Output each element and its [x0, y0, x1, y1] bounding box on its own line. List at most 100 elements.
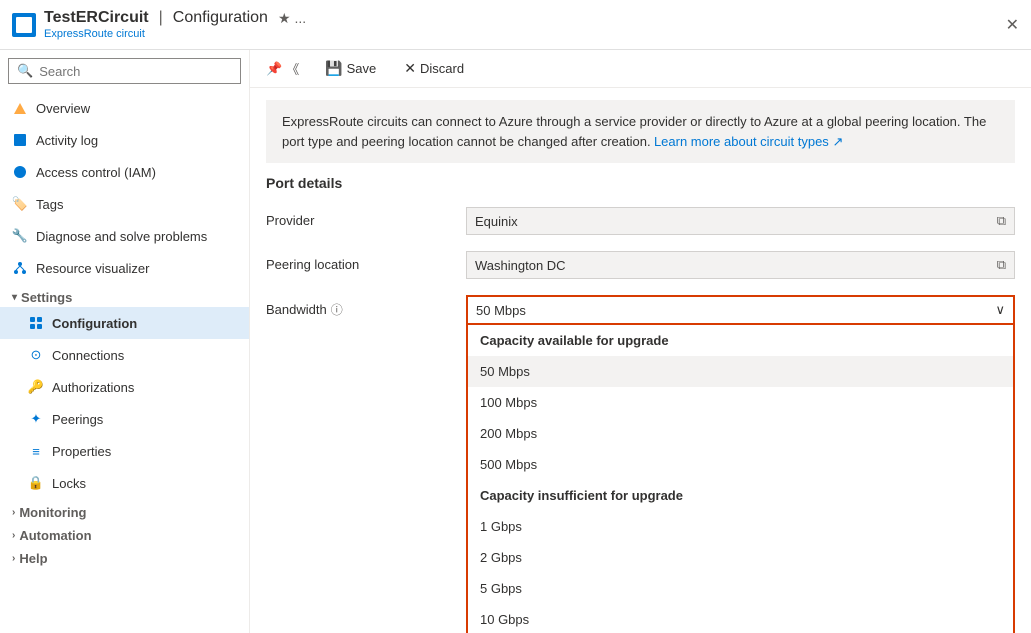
learn-more-label: Learn more about circuit types [654, 134, 829, 149]
bandwidth-option-200mbps[interactable]: 200 Mbps [468, 418, 1013, 449]
discard-button[interactable]: ✕ Discard [398, 56, 470, 81]
sidebar-label-authorizations: Authorizations [52, 380, 134, 395]
title-bar: TestERCircuit | Configuration ★ ... Expr… [0, 0, 1031, 50]
sidebar-item-access-control[interactable]: Access control (IAM) [0, 156, 249, 188]
bandwidth-option-2gbps-text: 2 Gbps [480, 550, 522, 565]
bandwidth-option-10gbps[interactable]: 10 Gbps [468, 604, 1013, 633]
sidebar-item-peerings[interactable]: ✦ Peerings [0, 403, 249, 435]
help-chevron: › [12, 553, 15, 564]
sidebar-item-diagnose[interactable]: 🔧 Diagnose and solve problems [0, 220, 249, 252]
automation-section[interactable]: › Automation [0, 522, 249, 545]
star-button[interactable]: ★ [278, 10, 291, 27]
activity-log-icon [12, 132, 28, 148]
info-text: ExpressRoute circuits can connect to Azu… [282, 114, 986, 149]
automation-section-label: Automation [19, 528, 91, 543]
provider-value: Equinix ⧉ [466, 207, 1015, 235]
form-row-peering-location: Peering location Washington DC ⧉ [266, 251, 1015, 279]
automation-chevron: › [12, 530, 15, 541]
bandwidth-option-50mbps[interactable]: 50 Mbps [468, 356, 1013, 387]
bandwidth-option-500mbps[interactable]: 500 Mbps [468, 449, 1013, 480]
peering-location-value: Washington DC ⧉ [466, 251, 1015, 279]
main-layout: 🔍 Overview Activity log Access control (… [0, 50, 1031, 633]
external-link-icon: ↗ [832, 134, 843, 149]
properties-icon: ≡ [28, 443, 44, 459]
bandwidth-option-500mbps-text: 500 Mbps [480, 457, 537, 472]
peering-location-copy-button[interactable]: ⧉ [997, 257, 1006, 273]
configuration-icon [28, 315, 44, 331]
sidebar-label-overview: Overview [36, 101, 90, 116]
bandwidth-info-icon[interactable]: ⓘ [331, 301, 343, 318]
sidebar-label-locks: Locks [52, 476, 86, 491]
bandwidth-option-5gbps-text: 5 Gbps [480, 581, 522, 596]
peerings-icon: ✦ [28, 411, 44, 427]
discard-label: Discard [420, 61, 464, 76]
bandwidth-label-text: Bandwidth [266, 302, 327, 317]
settings-chevron: ▾ [12, 292, 17, 303]
peering-location-value-text: Washington DC [475, 258, 566, 273]
search-box[interactable]: 🔍 [8, 58, 241, 84]
tags-icon: 🏷️ [12, 196, 28, 212]
sidebar-item-properties[interactable]: ≡ Properties [0, 435, 249, 467]
sidebar-item-connections[interactable]: ⊙ Connections [0, 339, 249, 371]
close-button[interactable]: ✕ [1006, 15, 1019, 35]
sidebar-item-configuration[interactable]: Configuration [0, 307, 249, 339]
sidebar-label-peerings: Peerings [52, 412, 103, 427]
monitoring-chevron: › [12, 507, 15, 518]
bandwidth-option-100mbps[interactable]: 100 Mbps [468, 387, 1013, 418]
port-details-title: Port details [266, 175, 1015, 191]
bandwidth-option-2gbps[interactable]: 2 Gbps [468, 542, 1013, 573]
monitoring-section[interactable]: › Monitoring [0, 499, 249, 522]
sidebar-label-activity-log: Activity log [36, 133, 98, 148]
save-icon: 💾 [325, 60, 342, 77]
page-title: Configuration [173, 9, 268, 27]
provider-value-text: Equinix [475, 214, 518, 229]
title-group: TestERCircuit | Configuration ★ ... Expr… [44, 9, 306, 40]
sidebar-label-configuration: Configuration [52, 316, 137, 331]
bandwidth-option-100mbps-text: 100 Mbps [480, 395, 537, 410]
sidebar-item-resource-visualizer[interactable]: Resource visualizer [0, 252, 249, 284]
authorizations-icon: 🔑 [28, 379, 44, 395]
info-box: ExpressRoute circuits can connect to Azu… [266, 100, 1015, 163]
collapse-icon[interactable]: 《 [286, 59, 299, 78]
bandwidth-option-10gbps-text: 10 Gbps [480, 612, 529, 627]
sidebar-item-authorizations[interactable]: 🔑 Authorizations [0, 371, 249, 403]
bandwidth-option-5gbps[interactable]: 5 Gbps [468, 573, 1013, 604]
sidebar-label-connections: Connections [52, 348, 124, 363]
sidebar-item-activity-log[interactable]: Activity log [0, 124, 249, 156]
help-section-label: Help [19, 551, 47, 566]
bandwidth-label: Bandwidth ⓘ [266, 295, 466, 318]
resource-name: TestERCircuit [44, 9, 149, 27]
bandwidth-option-1gbps[interactable]: 1 Gbps [468, 511, 1013, 542]
peering-location-label: Peering location [266, 251, 466, 272]
settings-section[interactable]: ▾ Settings [0, 284, 249, 307]
save-button[interactable]: 💾 Save [319, 56, 382, 81]
sidebar-item-locks[interactable]: 🔒 Locks [0, 467, 249, 499]
bandwidth-option-1gbps-text: 1 Gbps [480, 519, 522, 534]
app-icon [12, 13, 36, 37]
overview-icon [12, 100, 28, 116]
provider-label: Provider [266, 207, 466, 228]
sidebar-item-overview[interactable]: Overview [0, 92, 249, 124]
form-row-provider: Provider Equinix ⧉ [266, 207, 1015, 235]
access-control-icon [12, 164, 28, 180]
provider-copy-button[interactable]: ⧉ [997, 213, 1006, 229]
sidebar-label-tags: Tags [36, 197, 63, 212]
peering-location-label-text: Peering location [266, 257, 359, 272]
search-icon: 🔍 [17, 63, 33, 79]
monitoring-section-label: Monitoring [19, 505, 86, 520]
more-button[interactable]: ... [295, 10, 307, 26]
sidebar-label-resource-visualizer: Resource visualizer [36, 261, 149, 276]
bandwidth-dropdown[interactable]: 50 Mbps ∨ [466, 295, 1015, 325]
bandwidth-selected-value: 50 Mbps [476, 303, 526, 318]
connections-icon: ⊙ [28, 347, 44, 363]
search-input[interactable] [39, 64, 232, 79]
sidebar-label-access-control: Access control (IAM) [36, 165, 156, 180]
insufficient-header: Capacity insufficient for upgrade [468, 480, 1013, 511]
help-section[interactable]: › Help [0, 545, 249, 568]
resource-type[interactable]: ExpressRoute circuit [44, 28, 306, 40]
sidebar-item-tags[interactable]: 🏷️ Tags [0, 188, 249, 220]
learn-more-link[interactable]: Learn more about circuit types ↗ [654, 134, 843, 149]
content-area: 📌 《 💾 Save ✕ Discard ExpressRoute circui… [250, 50, 1031, 633]
provider-label-text: Provider [266, 213, 314, 228]
upgrade-header: Capacity available for upgrade [468, 325, 1013, 356]
